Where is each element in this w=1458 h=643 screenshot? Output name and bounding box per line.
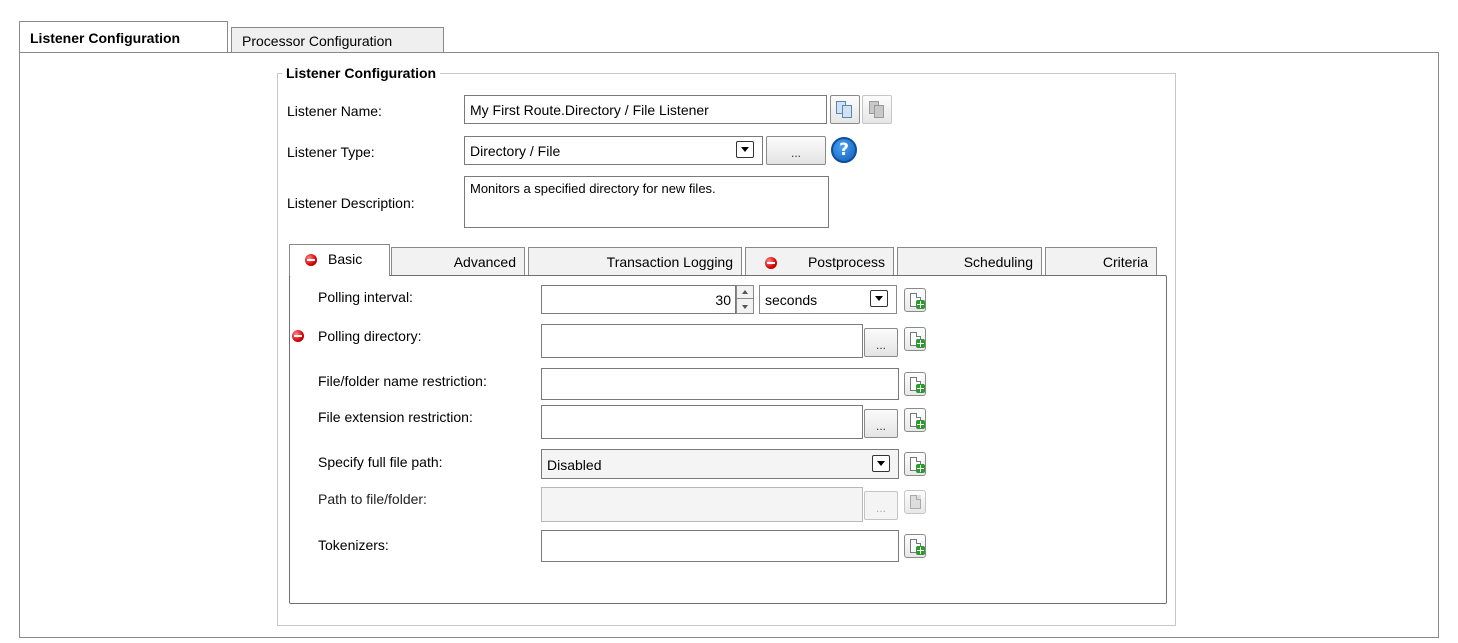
tab-transaction-logging[interactable]: Transaction Logging: [528, 247, 742, 275]
chevron-down-icon[interactable]: [736, 141, 754, 158]
required-indicator-icon: [292, 330, 304, 342]
listener-type-label: Listener Type:: [287, 144, 375, 160]
tab-advanced-label: Advanced: [453, 254, 516, 270]
listener-type-value: Directory / File: [470, 143, 561, 159]
polling-directory-input[interactable]: [541, 324, 863, 358]
copy-name-button[interactable]: [830, 95, 860, 124]
tab-scheduling-label: Scheduling: [963, 254, 1033, 270]
polling-directory-label: Polling directory:: [318, 328, 422, 344]
tab-listener-configuration[interactable]: Listener Configuration: [19, 21, 228, 52]
extension-restriction-input[interactable]: [541, 405, 863, 439]
path-to-file-browse-button[interactable]: ...: [864, 491, 898, 520]
stepper-down-icon[interactable]: [737, 300, 753, 313]
tab-scheduling[interactable]: Scheduling: [897, 247, 1042, 275]
paste-name-button[interactable]: [862, 95, 892, 124]
add-token-button[interactable]: [904, 452, 926, 476]
tab-criteria-label: Criteria: [1102, 254, 1148, 270]
tab-postprocess-label: Postprocess: [807, 254, 885, 270]
path-to-file-label: Path to file/folder:: [318, 491, 427, 507]
extension-restriction-label: File extension restriction:: [318, 409, 473, 425]
polling-interval-unit-value: seconds: [765, 292, 818, 308]
tab-criteria[interactable]: Criteria: [1045, 247, 1157, 275]
listener-name-input[interactable]: My First Route.Directory / File Listener: [464, 95, 827, 124]
polling-directory-browse-button[interactable]: ...: [864, 328, 898, 357]
polling-interval-stepper[interactable]: [736, 285, 754, 314]
listener-description-label: Listener Description:: [287, 195, 415, 211]
tab-listener-configuration-label: Listener Configuration: [30, 30, 181, 46]
path-to-file-input[interactable]: [541, 487, 863, 522]
help-icon[interactable]: ?: [831, 137, 857, 163]
group-title: Listener Configuration: [282, 65, 441, 81]
full-file-path-label: Specify full file path:: [318, 454, 443, 470]
listener-description-input[interactable]: Monitors a specified directory for new f…: [464, 176, 829, 228]
add-token-button[interactable]: [904, 490, 926, 514]
polling-interval-input[interactable]: 30: [541, 285, 736, 314]
tab-postprocess[interactable]: Postprocess: [745, 247, 894, 275]
name-restriction-label: File/folder name restriction:: [318, 373, 487, 389]
polling-interval-label: Polling interval:: [318, 289, 413, 305]
full-file-path-value: Disabled: [547, 457, 602, 473]
listener-type-browse-button[interactable]: ...: [766, 136, 826, 165]
required-indicator-icon: [305, 254, 317, 266]
listener-name-label: Listener Name:: [287, 103, 382, 119]
add-token-button[interactable]: [904, 327, 926, 351]
tab-processor-configuration-label: Processor Configuration: [242, 33, 393, 49]
tokenizers-label: Tokenizers:: [318, 537, 389, 553]
required-indicator-icon: [765, 257, 777, 269]
add-document-icon: [910, 495, 921, 509]
tab-transaction-logging-label: Transaction Logging: [606, 254, 733, 270]
listener-type-select[interactable]: Directory / File: [464, 136, 763, 165]
polling-interval-unit-select[interactable]: seconds: [759, 285, 897, 314]
add-tokenizer-button[interactable]: [904, 534, 926, 558]
stepper-up-icon[interactable]: [737, 286, 753, 299]
add-token-button[interactable]: [904, 372, 926, 396]
add-token-button[interactable]: [904, 408, 926, 432]
full-file-path-select[interactable]: Disabled: [541, 449, 899, 479]
chevron-down-icon[interactable]: [872, 455, 890, 472]
extension-restriction-browse-button[interactable]: ...: [864, 409, 898, 438]
tab-advanced[interactable]: Advanced: [391, 247, 525, 275]
tokenizers-input[interactable]: [541, 530, 899, 562]
tab-processor-configuration[interactable]: Processor Configuration: [231, 27, 444, 53]
chevron-down-icon[interactable]: [870, 290, 888, 307]
tab-basic[interactable]: Basic: [289, 244, 390, 276]
add-token-button[interactable]: [904, 288, 926, 312]
tab-basic-label: Basic: [328, 251, 363, 267]
name-restriction-input[interactable]: [541, 368, 899, 400]
